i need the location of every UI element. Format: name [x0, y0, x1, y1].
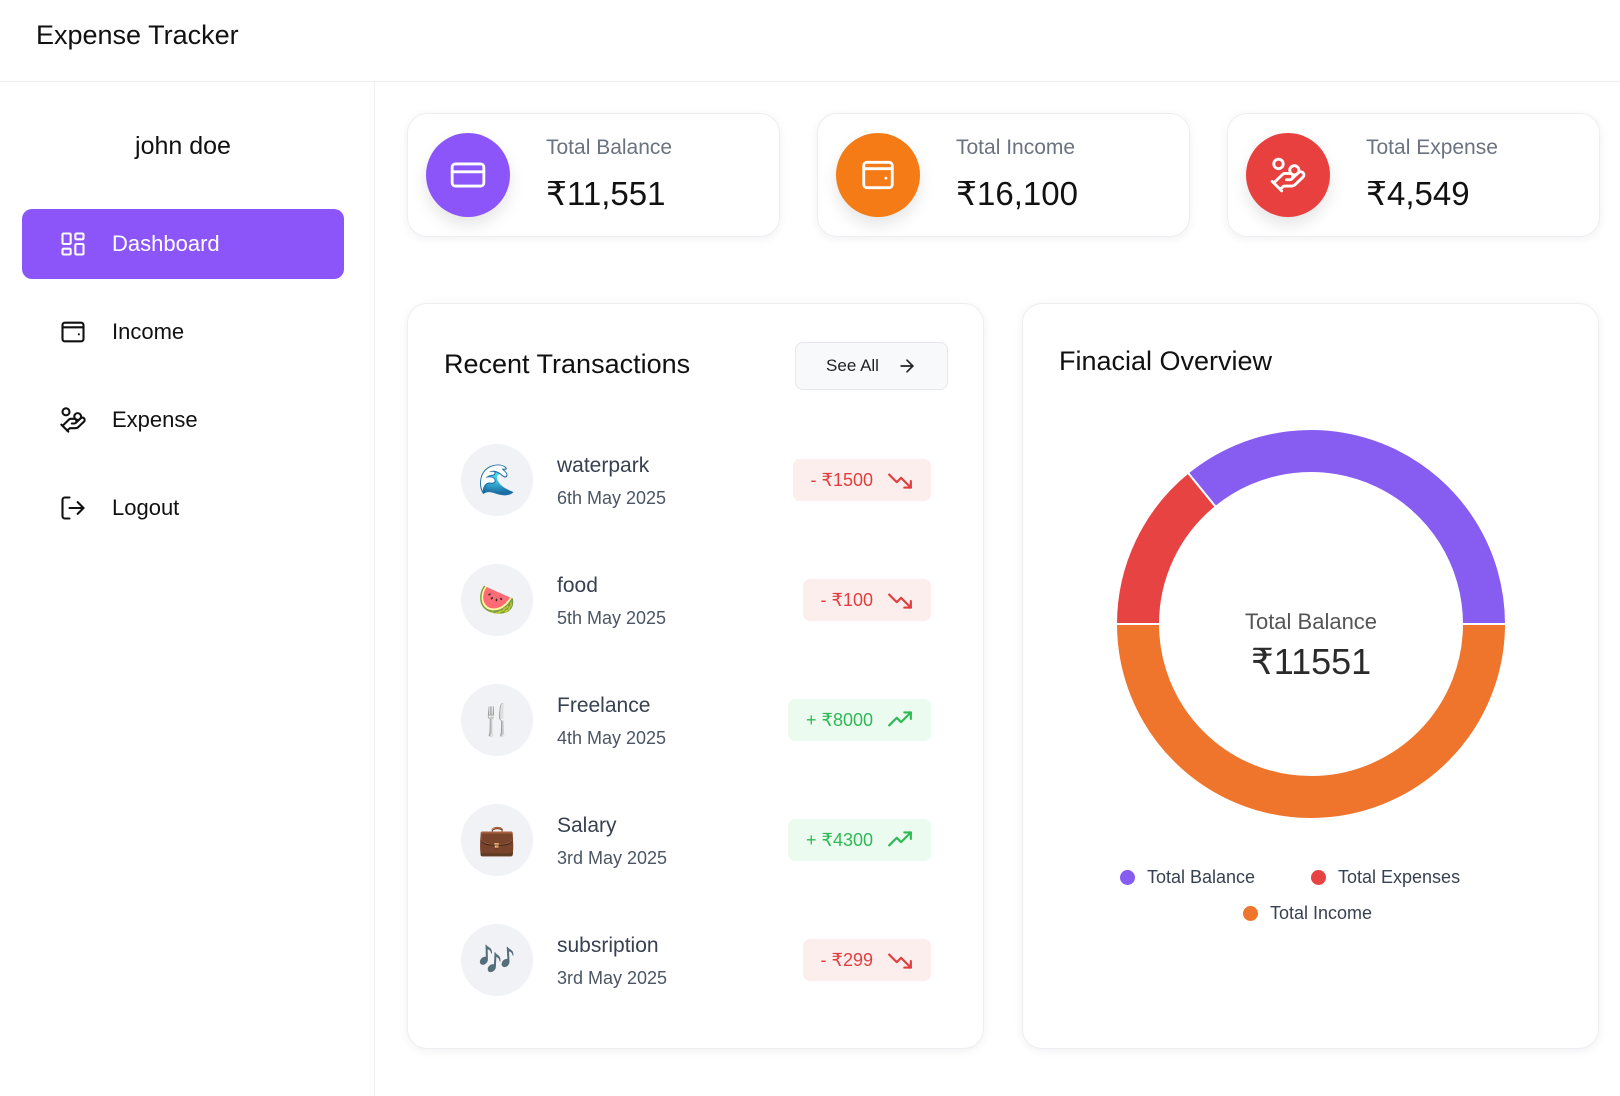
total-income-card: Total Income ₹16,100 — [817, 113, 1190, 237]
sidebar-item-label: Expense — [112, 407, 198, 432]
overview-title: Finacial Overview — [1059, 346, 1273, 376]
logout-icon — [58, 493, 88, 523]
hand-coins-icon — [1246, 133, 1330, 217]
hand-coins-icon — [58, 405, 88, 435]
sidebar-item-logout[interactable]: Logout — [22, 473, 344, 543]
transaction-name: Freelance — [557, 694, 651, 717]
arrow-right-icon — [900, 359, 914, 373]
stat-value: ₹16,100 — [956, 175, 1078, 212]
transaction-row[interactable]: 💼 Salary 3rd May 2025 + ₹4300 — [461, 804, 931, 876]
transaction-amount-badge: - ₹299 — [802, 939, 931, 981]
stat-label: Total Balance — [546, 136, 673, 159]
donut-chart: Total Balance ₹11551 — [1116, 429, 1506, 819]
sidebar: john doe Dashboard Income Expense Logout — [0, 82, 375, 1096]
see-all-button[interactable]: See All — [795, 342, 948, 390]
stat-value: ₹11,551 — [546, 175, 666, 212]
transaction-name: Salary — [557, 814, 617, 837]
legend-item-total-balance: Total Balance — [1120, 867, 1255, 888]
transaction-amount: + ₹8000 — [805, 709, 873, 730]
app-title: Expense Tracker — [36, 20, 239, 50]
legend-dot — [1243, 906, 1258, 921]
transaction-row[interactable]: 🎶 subsription 3rd May 2025 - ₹299 — [461, 924, 931, 996]
legend-label: Total Balance — [1147, 867, 1256, 887]
trending-up-icon — [888, 831, 912, 847]
total-balance-card: Total Balance ₹11,551 — [407, 113, 780, 237]
transaction-row[interactable]: 🍉 food 5th May 2025 - ₹100 — [461, 564, 931, 636]
sidebar-item-dashboard[interactable]: Dashboard — [22, 209, 344, 279]
transaction-amount-badge: + ₹8000 — [787, 699, 931, 741]
transaction-date: 3rd May 2025 — [557, 848, 668, 868]
sidebar-item-income[interactable]: Income — [22, 297, 344, 367]
total-expense-card: Total Expense ₹4,549 — [1227, 113, 1600, 237]
transaction-amount: + ₹4300 — [805, 829, 873, 850]
transaction-date: 6th May 2025 — [557, 488, 667, 508]
sidebar-item-label: Dashboard — [112, 231, 220, 256]
stat-value: ₹4,549 — [1366, 175, 1470, 212]
legend-label: Total Income — [1270, 903, 1373, 923]
transaction-icon: 🍴 — [461, 684, 533, 756]
sidebar-item-expense[interactable]: Expense — [22, 385, 344, 455]
donut-center-value: ₹11551 — [1250, 641, 1372, 682]
donut-center: Total Balance ₹11551 — [1116, 429, 1506, 819]
legend-item-total-income: Total Income — [1243, 903, 1372, 924]
transaction-row[interactable]: 🍴 Freelance 4th May 2025 + ₹8000 — [461, 684, 931, 756]
transaction-amount-badge: - ₹100 — [802, 579, 931, 621]
legend-dot — [1120, 870, 1135, 885]
transaction-name: subsription — [557, 934, 659, 957]
transaction-name: waterpark — [557, 454, 650, 477]
transaction-date: 4th May 2025 — [557, 728, 667, 748]
donut-center-label: Total Balance — [1244, 609, 1378, 634]
trending-down-icon — [888, 593, 912, 609]
user-name: john doe — [135, 132, 231, 160]
financial-overview-card: Finacial Overview Total Balance ₹11551 T… — [1022, 303, 1599, 1049]
transaction-icon: 🎶 — [461, 924, 533, 996]
transaction-amount: - ₹1500 — [810, 469, 874, 490]
stat-label: Total Expense — [1366, 136, 1498, 159]
see-all-label: See All — [826, 356, 879, 375]
transaction-icon: 💼 — [461, 804, 533, 876]
legend-label: Total Expenses — [1338, 867, 1461, 887]
credit-card-icon — [426, 133, 510, 217]
transactions-title: Recent Transactions — [444, 349, 691, 379]
transaction-amount-badge: - ₹1500 — [792, 459, 931, 501]
transaction-icon: 🌊 — [461, 444, 533, 516]
trending-up-icon — [888, 711, 912, 727]
transaction-amount-badge: + ₹4300 — [787, 819, 931, 861]
wallet-icon — [836, 133, 920, 217]
transaction-name: food — [557, 574, 598, 597]
trending-down-icon — [888, 473, 912, 489]
top-bar: Expense Tracker — [0, 0, 1620, 82]
transaction-icon: 🍉 — [461, 564, 533, 636]
trending-down-icon — [888, 953, 912, 969]
sidebar-item-label: Logout — [112, 495, 180, 520]
legend-dot — [1311, 870, 1326, 885]
transaction-amount: - ₹299 — [820, 949, 873, 970]
stat-label: Total Income — [956, 136, 1076, 159]
transaction-row[interactable]: 🌊 waterpark 6th May 2025 - ₹1500 — [461, 444, 931, 516]
sidebar-item-label: Income — [112, 319, 185, 344]
dashboard-icon — [58, 229, 88, 259]
transaction-amount: - ₹100 — [820, 589, 873, 610]
legend-item-total-expenses: Total Expenses — [1311, 867, 1460, 888]
wallet-icon — [58, 317, 88, 347]
recent-transactions-card: Recent Transactions See All 🌊 waterpark … — [407, 303, 984, 1049]
transaction-date: 3rd May 2025 — [557, 968, 668, 988]
transaction-date: 5th May 2025 — [557, 608, 667, 628]
